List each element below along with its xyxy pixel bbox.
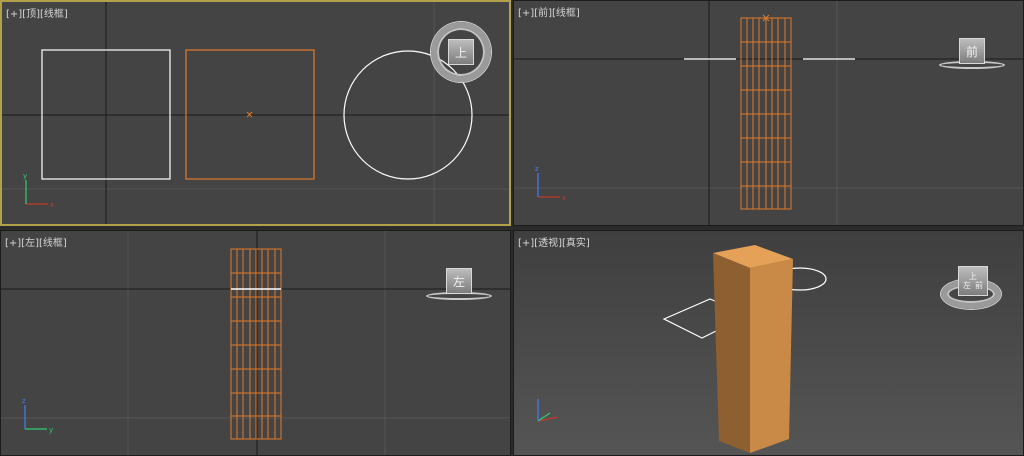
viewcube-icon[interactable]: 上 bbox=[448, 39, 474, 65]
selected-box-wireframe bbox=[740, 17, 792, 210]
viewcube-icon[interactable]: 上 左 前 bbox=[958, 266, 988, 296]
viewport-persp-canvas bbox=[537, 245, 827, 453]
svg-text:y: y bbox=[49, 426, 53, 434]
svg-text:z: z bbox=[22, 397, 26, 405]
shading-mode-button[interactable]: [真实] bbox=[562, 238, 590, 249]
viewport-menu-button[interactable]: [+] bbox=[5, 238, 21, 249]
view-type-button[interactable]: [顶] bbox=[22, 9, 40, 20]
axis-gizmo-icon: x z bbox=[535, 165, 566, 202]
viewport-front[interactable]: [+][前][线框] x z 前 bbox=[513, 0, 1024, 226]
viewport-left-label: [+][左][线框] bbox=[5, 234, 67, 249]
shading-mode-button[interactable]: [线框] bbox=[40, 9, 68, 20]
viewport-top[interactable]: [+][顶][线框] x y 上 bbox=[0, 0, 511, 226]
viewport-menu-button[interactable]: [+] bbox=[518, 8, 534, 19]
view-type-button[interactable]: [左] bbox=[21, 238, 39, 249]
viewport-left-canvas: y z bbox=[1, 231, 510, 455]
axis-gizmo-icon: y z bbox=[22, 397, 53, 434]
svg-text:z: z bbox=[535, 165, 539, 173]
svg-text:x: x bbox=[562, 194, 566, 202]
view-type-button[interactable]: [透视] bbox=[534, 238, 562, 249]
viewport-menu-button[interactable]: [+] bbox=[6, 9, 22, 20]
viewport-front-canvas: x z bbox=[514, 1, 1023, 225]
viewport-perspective[interactable]: [+][透视][真实] 上 左 前 bbox=[513, 230, 1024, 456]
viewport-top-label: [+][顶][线框] bbox=[6, 5, 68, 20]
shading-mode-button[interactable]: [线框] bbox=[552, 8, 580, 19]
box-object bbox=[713, 245, 793, 453]
viewport-persp-label: [+][透视][真实] bbox=[518, 234, 590, 249]
axis-gizmo-icon: x y bbox=[23, 172, 54, 209]
viewport-menu-button[interactable]: [+] bbox=[518, 238, 534, 249]
viewcube-icon[interactable]: 左 bbox=[446, 268, 472, 294]
svg-text:x: x bbox=[50, 201, 54, 209]
selected-box-wireframe bbox=[230, 248, 282, 440]
axis-gizmo-icon bbox=[537, 399, 559, 422]
view-type-button[interactable]: [前] bbox=[534, 8, 552, 19]
viewport-left[interactable]: [+][左][线框] y z 左 bbox=[0, 230, 511, 456]
svg-text:y: y bbox=[23, 172, 27, 180]
viewport-front-label: [+][前][线框] bbox=[518, 4, 580, 19]
shading-mode-button[interactable]: [线框] bbox=[39, 238, 67, 249]
viewcube-icon[interactable]: 前 bbox=[959, 38, 985, 64]
